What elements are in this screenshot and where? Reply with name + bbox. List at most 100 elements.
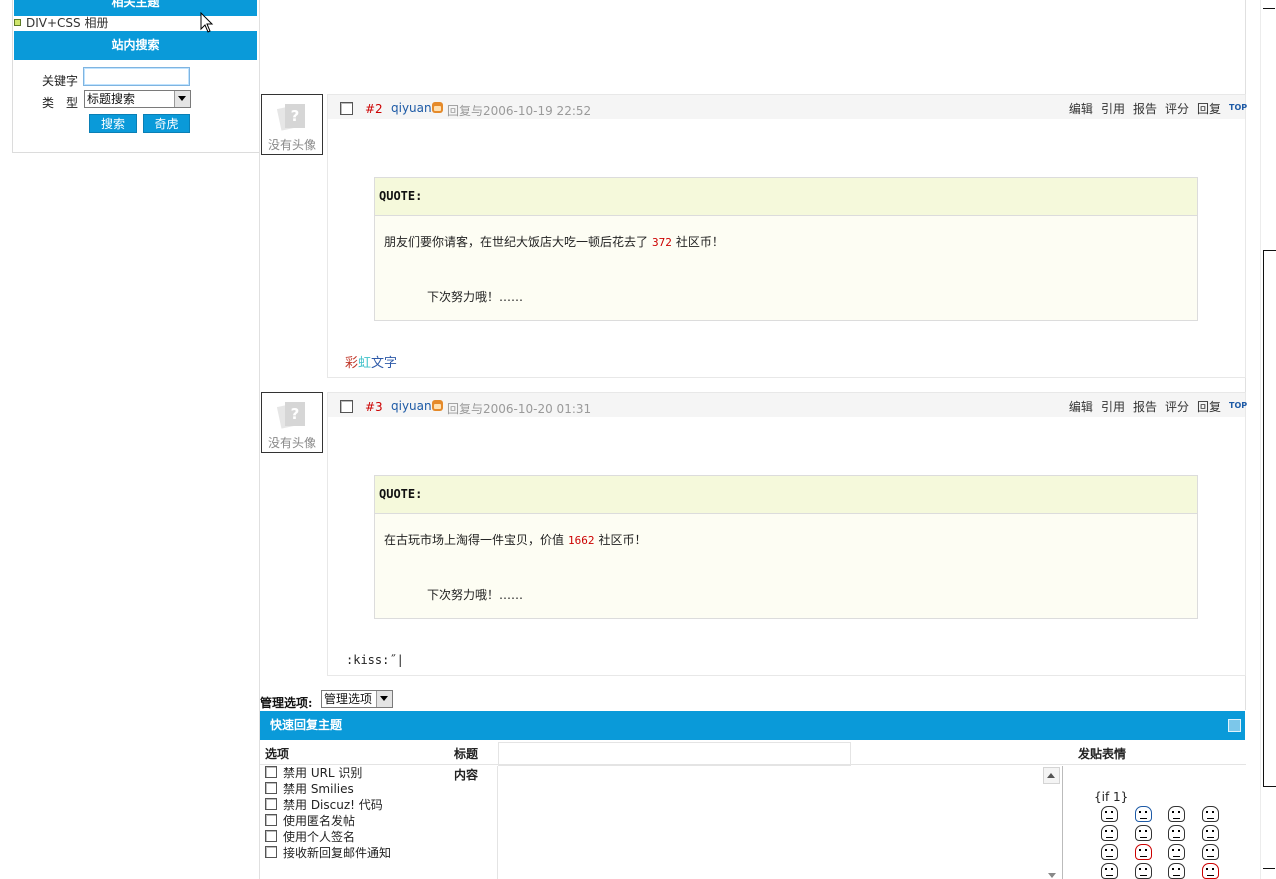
search-button[interactable]: 搜索 bbox=[89, 114, 137, 133]
scroll-down-icon[interactable] bbox=[1046, 872, 1058, 879]
quote-line-2: 下次努力哦！…… bbox=[427, 588, 524, 602]
option-disable-discuz-code[interactable]: 禁用 Discuz! 代码 bbox=[265, 797, 383, 813]
options-column-header: 选项 bbox=[265, 747, 290, 761]
divider bbox=[260, 764, 1246, 765]
subject-input[interactable] bbox=[498, 742, 851, 766]
content-label: 内容 bbox=[454, 768, 479, 782]
option-anonymous[interactable]: 使用匿名发帖 bbox=[265, 813, 355, 829]
rainbow-char: 彩 bbox=[345, 356, 359, 371]
smiley-icon[interactable] bbox=[1168, 863, 1185, 879]
post-select-checkbox[interactable] bbox=[340, 400, 353, 413]
reply-link[interactable]: 回复 bbox=[1197, 102, 1221, 116]
post-2: #2 qiyuan 回复与2006-10-19 22:52 编辑 引用 报告 评分 回复… bbox=[327, 94, 1247, 378]
smiley-icon[interactable] bbox=[1135, 825, 1152, 841]
album-link[interactable]: DIV+CSS 相册 bbox=[14, 15, 108, 31]
smiley-icon[interactable] bbox=[1168, 806, 1185, 822]
keyword-label: 关键字 bbox=[42, 74, 79, 88]
post-header-bar: #3 qiyuan 回复与2006-10-20 01:31 编辑 引用 报告 评分 回复… bbox=[328, 393, 1247, 417]
checkbox[interactable] bbox=[265, 765, 277, 778]
no-avatar-icon: ? bbox=[276, 402, 305, 429]
post-3: #3 qiyuan 回复与2006-10-20 01:31 编辑 引用 报告 评分 回复… bbox=[327, 392, 1247, 676]
rainbow-char: 字 bbox=[384, 356, 398, 371]
collapse-icon[interactable] bbox=[1228, 719, 1241, 732]
manage-select-value: 管理选项 bbox=[324, 692, 373, 706]
option-signature[interactable]: 使用个人签名 bbox=[265, 829, 355, 845]
quote-link[interactable]: 引用 bbox=[1101, 102, 1125, 116]
rainbow-char: 文 bbox=[371, 356, 385, 371]
option-disable-smilies[interactable]: 禁用 Smilies bbox=[265, 781, 354, 797]
post-author[interactable]: qiyuan bbox=[391, 399, 432, 413]
reply-link[interactable]: 回复 bbox=[1197, 400, 1221, 414]
smiley-icon[interactable] bbox=[1168, 844, 1185, 860]
chevron-down-icon bbox=[376, 691, 392, 707]
checkbox[interactable] bbox=[265, 829, 277, 842]
option-disable-url[interactable]: 禁用 URL 识别 bbox=[265, 765, 362, 781]
rate-link[interactable]: 评分 bbox=[1165, 102, 1189, 116]
smiley-icon[interactable] bbox=[1135, 844, 1152, 860]
quote-amount: 1662 bbox=[568, 534, 595, 547]
avatar-caption: 没有头像 bbox=[267, 138, 316, 152]
smiley-icon[interactable] bbox=[1135, 806, 1152, 822]
edit-link[interactable]: 编辑 bbox=[1069, 400, 1093, 414]
checkbox[interactable] bbox=[265, 797, 277, 810]
quote-header: QUOTE: bbox=[375, 178, 1197, 216]
post-meta: 回复与2006-10-19 22:52 bbox=[447, 104, 592, 118]
quote-header: QUOTE: bbox=[375, 476, 1197, 514]
smiley-icon[interactable] bbox=[1168, 825, 1185, 841]
post-header-bar: #2 qiyuan 回复与2006-10-19 22:52 编辑 引用 报告 评分 回复… bbox=[328, 95, 1247, 119]
quote-line-2: 下次努力哦！…… bbox=[427, 290, 524, 304]
back-to-top-icon[interactable]: TOP bbox=[1229, 103, 1247, 113]
quote-link[interactable]: 引用 bbox=[1101, 400, 1125, 414]
smiley-icon[interactable] bbox=[1101, 863, 1118, 879]
message-textarea[interactable] bbox=[497, 766, 1063, 879]
report-link[interactable]: 报告 bbox=[1133, 102, 1157, 116]
scrollbar-thumb[interactable] bbox=[1263, 250, 1276, 787]
post-meta: 回复与2006-10-20 01:31 bbox=[447, 402, 592, 416]
smiley-icon[interactable] bbox=[1101, 825, 1118, 841]
smilies-label: {if 1} bbox=[1094, 790, 1129, 804]
mouse-cursor-icon bbox=[200, 12, 214, 33]
rate-link[interactable]: 评分 bbox=[1165, 400, 1189, 414]
smiley-icon[interactable] bbox=[1101, 844, 1118, 860]
qihu-search-button[interactable]: 奇虎 bbox=[143, 114, 190, 133]
quote-block: QUOTE: 朋友们要你请客，在世纪大饭店大吃一顿后花去了 372 社区币！ 下次努… bbox=[374, 177, 1198, 321]
quote-line: 朋友们要你请客，在世纪大饭店大吃一顿后花去了 372 社区币！ bbox=[384, 235, 724, 249]
smiley-icon[interactable] bbox=[1135, 863, 1152, 879]
smiley-icon[interactable] bbox=[1202, 844, 1219, 860]
user-face-icon bbox=[432, 102, 443, 113]
post-select-checkbox[interactable] bbox=[340, 102, 353, 115]
smiley-icon[interactable] bbox=[1202, 863, 1219, 879]
checkbox[interactable] bbox=[265, 813, 277, 826]
report-link[interactable]: 报告 bbox=[1133, 400, 1157, 414]
quick-reply-title: 快速回复主题 bbox=[270, 718, 343, 732]
album-link-label: DIV+CSS 相册 bbox=[26, 16, 109, 30]
post-author[interactable]: qiyuan bbox=[391, 101, 432, 115]
checkbox[interactable] bbox=[265, 781, 277, 794]
checkbox[interactable] bbox=[265, 845, 277, 858]
manage-options-label: 管理选项: bbox=[260, 696, 313, 710]
manage-options-select[interactable]: 管理选项 bbox=[321, 690, 393, 708]
keyword-input[interactable] bbox=[83, 67, 190, 86]
page-scrollbar[interactable] bbox=[1260, 0, 1276, 879]
bullet-icon bbox=[14, 19, 21, 26]
option-email-notify[interactable]: 接收新回复邮件通知 bbox=[265, 845, 391, 861]
rainbow-char: 虹 bbox=[358, 356, 372, 371]
type-label: 类 型 bbox=[42, 96, 79, 110]
search-type-value: 标题搜索 bbox=[87, 92, 136, 106]
smiley-icon[interactable] bbox=[1101, 806, 1118, 822]
user-face-icon bbox=[432, 400, 443, 411]
smiley-icon[interactable] bbox=[1202, 806, 1219, 822]
scroll-up-icon[interactable] bbox=[1043, 767, 1060, 784]
post-number: #3 bbox=[365, 400, 383, 414]
edit-link[interactable]: 编辑 bbox=[1069, 102, 1093, 116]
chevron-down-icon bbox=[174, 91, 190, 107]
post-actions: 编辑 引用 报告 评分 回复 bbox=[1061, 398, 1221, 415]
rainbow-signature: 彩虹文字 bbox=[345, 352, 397, 371]
post-message: :kiss:˝| bbox=[346, 653, 404, 667]
avatar: ? 没有头像 bbox=[261, 94, 323, 155]
search-type-select[interactable]: 标题搜索 bbox=[84, 90, 191, 108]
back-to-top-icon[interactable]: TOP bbox=[1229, 401, 1247, 411]
smiley-icon[interactable] bbox=[1202, 825, 1219, 841]
quote-amount: 372 bbox=[652, 236, 672, 249]
post-number: #2 bbox=[365, 102, 383, 116]
